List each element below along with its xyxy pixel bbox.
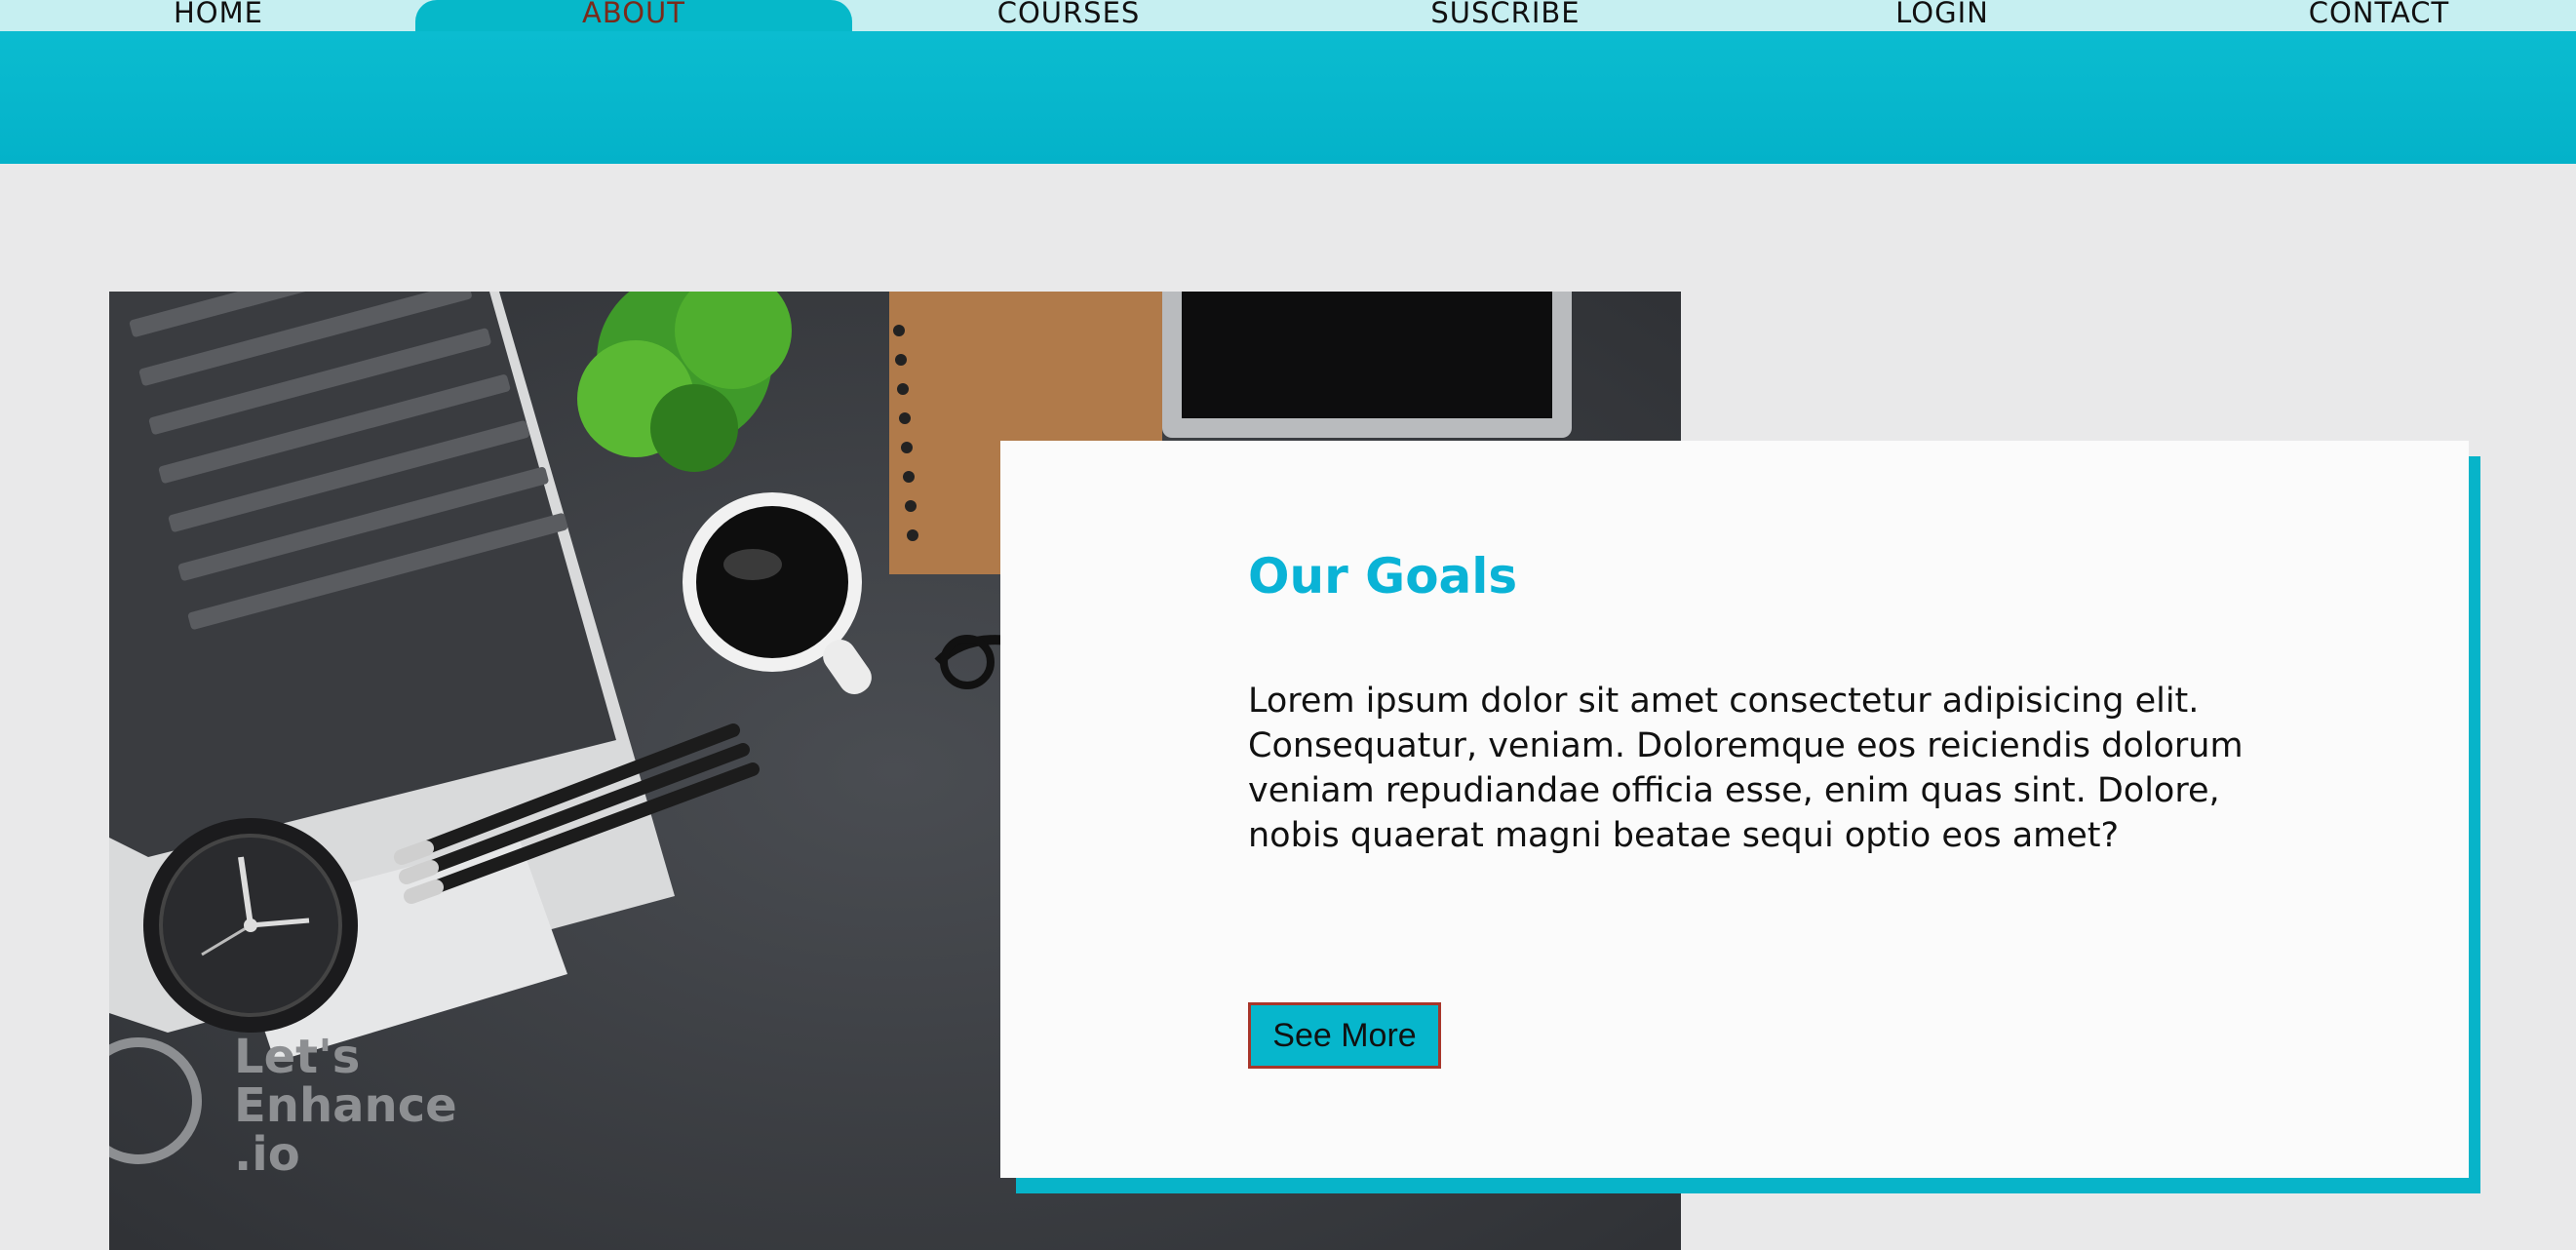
nav-courses-link[interactable]: COURSES [850,0,1287,31]
watermark-line2: Enhance [234,1078,457,1133]
top-navigation: HOME ABOUT COURSES SUSCRIBE LOGIN CONTAC… [0,0,2576,31]
watermark-line3: .io [234,1127,300,1182]
goals-card: Our Goals Lorem ipsum dolor sit amet con… [1000,441,2469,1178]
card-body-text: Lorem ipsum dolor sit amet consectetur a… [1248,682,2244,855]
watermark-logo-icon [109,1037,202,1164]
clock-icon [143,818,358,1033]
see-more-button[interactable]: See More [1248,1002,1441,1069]
header-banner [0,31,2576,164]
nav-home-link[interactable]: HOME [0,0,437,31]
nav-contact-link[interactable]: CONTACT [2161,0,2576,31]
nav-login-link[interactable]: LOGIN [1724,0,2161,31]
nav-about-link[interactable]: ABOUT [415,0,852,31]
tablet-icon [1162,292,1572,438]
nav-suscribe-link[interactable]: SUSCRIBE [1287,0,1724,31]
watermark-line1: Let's [234,1030,361,1084]
card-title: Our Goals [1248,548,1518,605]
